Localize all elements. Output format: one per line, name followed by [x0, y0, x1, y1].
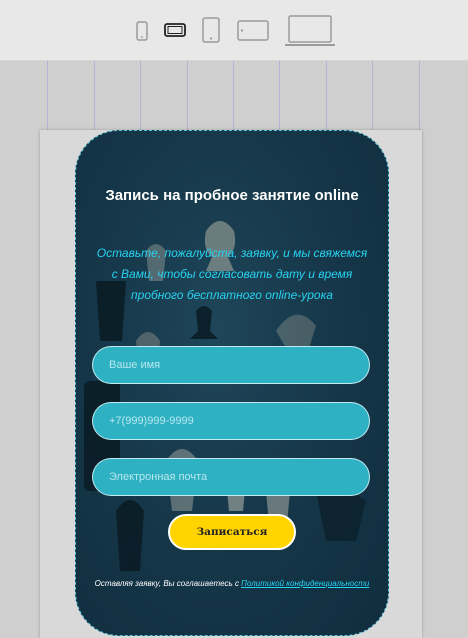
laptop-icon[interactable]: [285, 15, 335, 47]
consent-text: Оставляя заявку, Вы соглашаетесь с: [94, 579, 242, 588]
submit-button[interactable]: Записаться: [168, 514, 296, 550]
privacy-policy-link[interactable]: Политикой конфиденциальности: [241, 579, 369, 588]
form-subtitle: Оставьте, пожалуйста, заявку, и мы свяже…: [96, 246, 368, 302]
email-input[interactable]: [92, 458, 370, 496]
signup-form-card: Запись на пробное занятие online Оставьт…: [75, 130, 389, 636]
privacy-consent: Оставляя заявку, Вы соглашаетесь с Полит…: [76, 579, 388, 588]
phone-portrait-icon[interactable]: [136, 21, 148, 41]
form-title: Запись на пробное занятие online: [105, 187, 359, 204]
phone-input[interactable]: [92, 402, 370, 440]
name-input[interactable]: [92, 346, 370, 384]
phone-landscape-icon[interactable]: [164, 23, 186, 37]
tablet-portrait-icon[interactable]: [202, 17, 220, 43]
tablet-landscape-icon[interactable]: [237, 20, 269, 41]
device-toolbar: [0, 0, 468, 61]
